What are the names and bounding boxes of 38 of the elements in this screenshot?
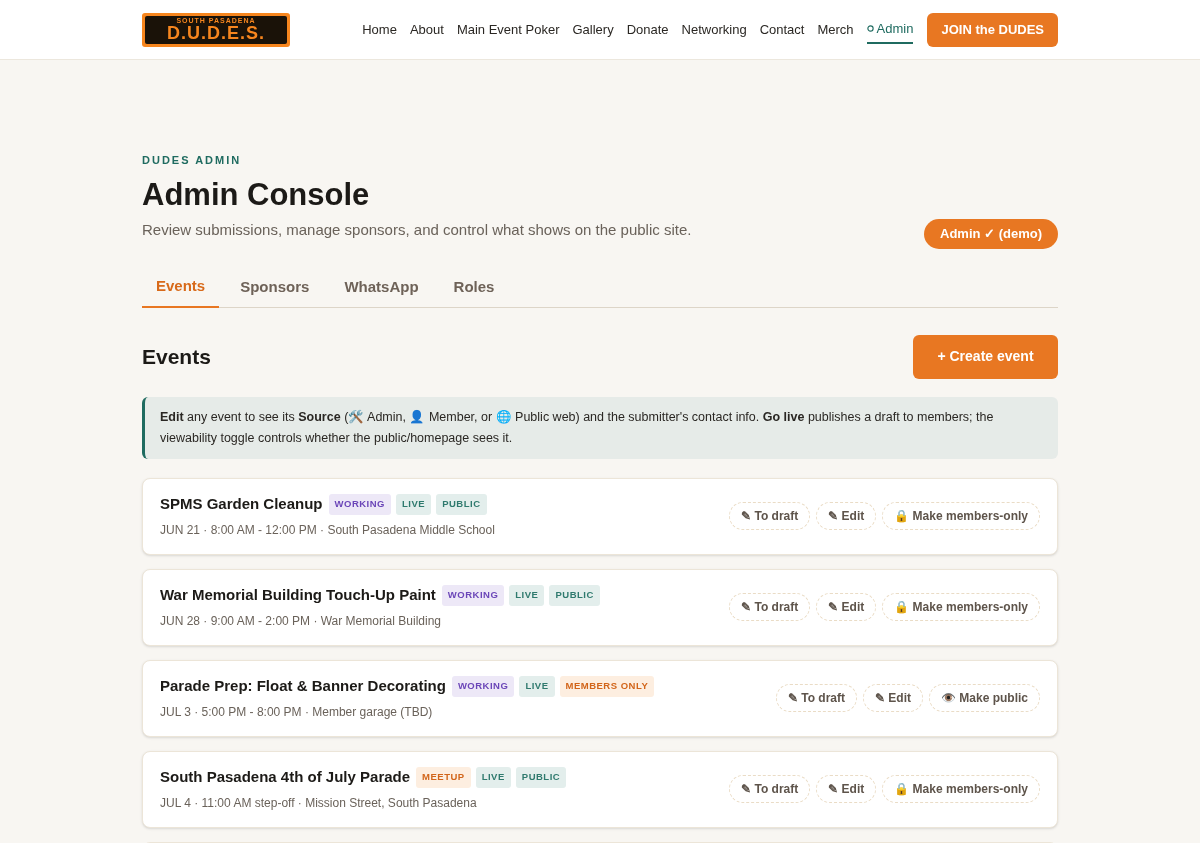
admin-badge: Admin ✓ (demo) xyxy=(924,219,1058,249)
event-meta: JUL 3 · 5:00 PM - 8:00 PM · Member garage (TBD) xyxy=(160,703,434,721)
event-meta: JUN 21 · 8:00 AM - 12:00 PM · South Pasadena Middle School xyxy=(160,521,496,539)
status-tag: LIVE xyxy=(475,767,511,788)
nav-link[interactable]: About xyxy=(409,13,444,46)
status-tag: WORKING xyxy=(451,676,515,697)
nav-link[interactable]: Merch xyxy=(817,13,854,46)
tab[interactable]: Sponsors xyxy=(226,267,324,307)
event-title: South Pasadena 4th of July Parade xyxy=(160,767,411,788)
status-tag: LIVE xyxy=(509,585,545,606)
eyebrow-label: DUDES ADMIN xyxy=(142,153,243,168)
event-meta: JUN 28 · 9:00 AM - 2:00 PM · War Memorial Building xyxy=(160,612,442,630)
event-title: Parade Prep: Float & Banner Decorating xyxy=(160,676,446,697)
status-tag: LIVE xyxy=(396,494,432,515)
status-tag: PUBLIC xyxy=(436,494,487,515)
tab[interactable]: Roles xyxy=(439,267,509,307)
status-tag: WORKING xyxy=(441,585,505,606)
nav-link[interactable]: Donate xyxy=(626,13,669,46)
event-meta: JUL 4 · 11:00 AM step-off · Mission Street, South Pasadena xyxy=(160,794,478,812)
nav-link[interactable]: Admin xyxy=(866,14,914,45)
nav-link[interactable]: Contact xyxy=(759,13,805,46)
status-tag: WORKING xyxy=(328,494,391,515)
page-title: Admin Console xyxy=(142,175,371,214)
status-tag: PUBLIC xyxy=(515,767,567,788)
info-banner: Edit any event to see its Source (🛠 Admin, 👤 Member, or 🌐 Public web) and the submitter's contact info. Go live publishes a draft to members; the viewability toggle controls whether the public/homepage sees it. xyxy=(142,396,1058,459)
status-tag: MEETUP xyxy=(416,767,471,788)
tab[interactable]: WhatsApp xyxy=(330,267,433,307)
status-tag: LIVE xyxy=(519,676,555,697)
section-title: Events xyxy=(142,343,211,370)
nav-link[interactable]: Main Event Poker xyxy=(456,13,560,46)
nav-link[interactable]: Home xyxy=(362,13,397,46)
nav-link[interactable]: Gallery xyxy=(572,13,614,46)
nav-link[interactable]: Networking xyxy=(681,13,747,46)
status-tag: MEMBERS ONLY xyxy=(559,676,655,697)
status-tag: PUBLIC xyxy=(549,585,600,606)
event-title: SPMS Garden Cleanup xyxy=(160,494,323,515)
event-title: War Memorial Building Touch-Up Paint xyxy=(160,585,436,606)
page-subtitle: Review submissions, manage sponsors, and control what shows on the public site. xyxy=(142,219,692,240)
